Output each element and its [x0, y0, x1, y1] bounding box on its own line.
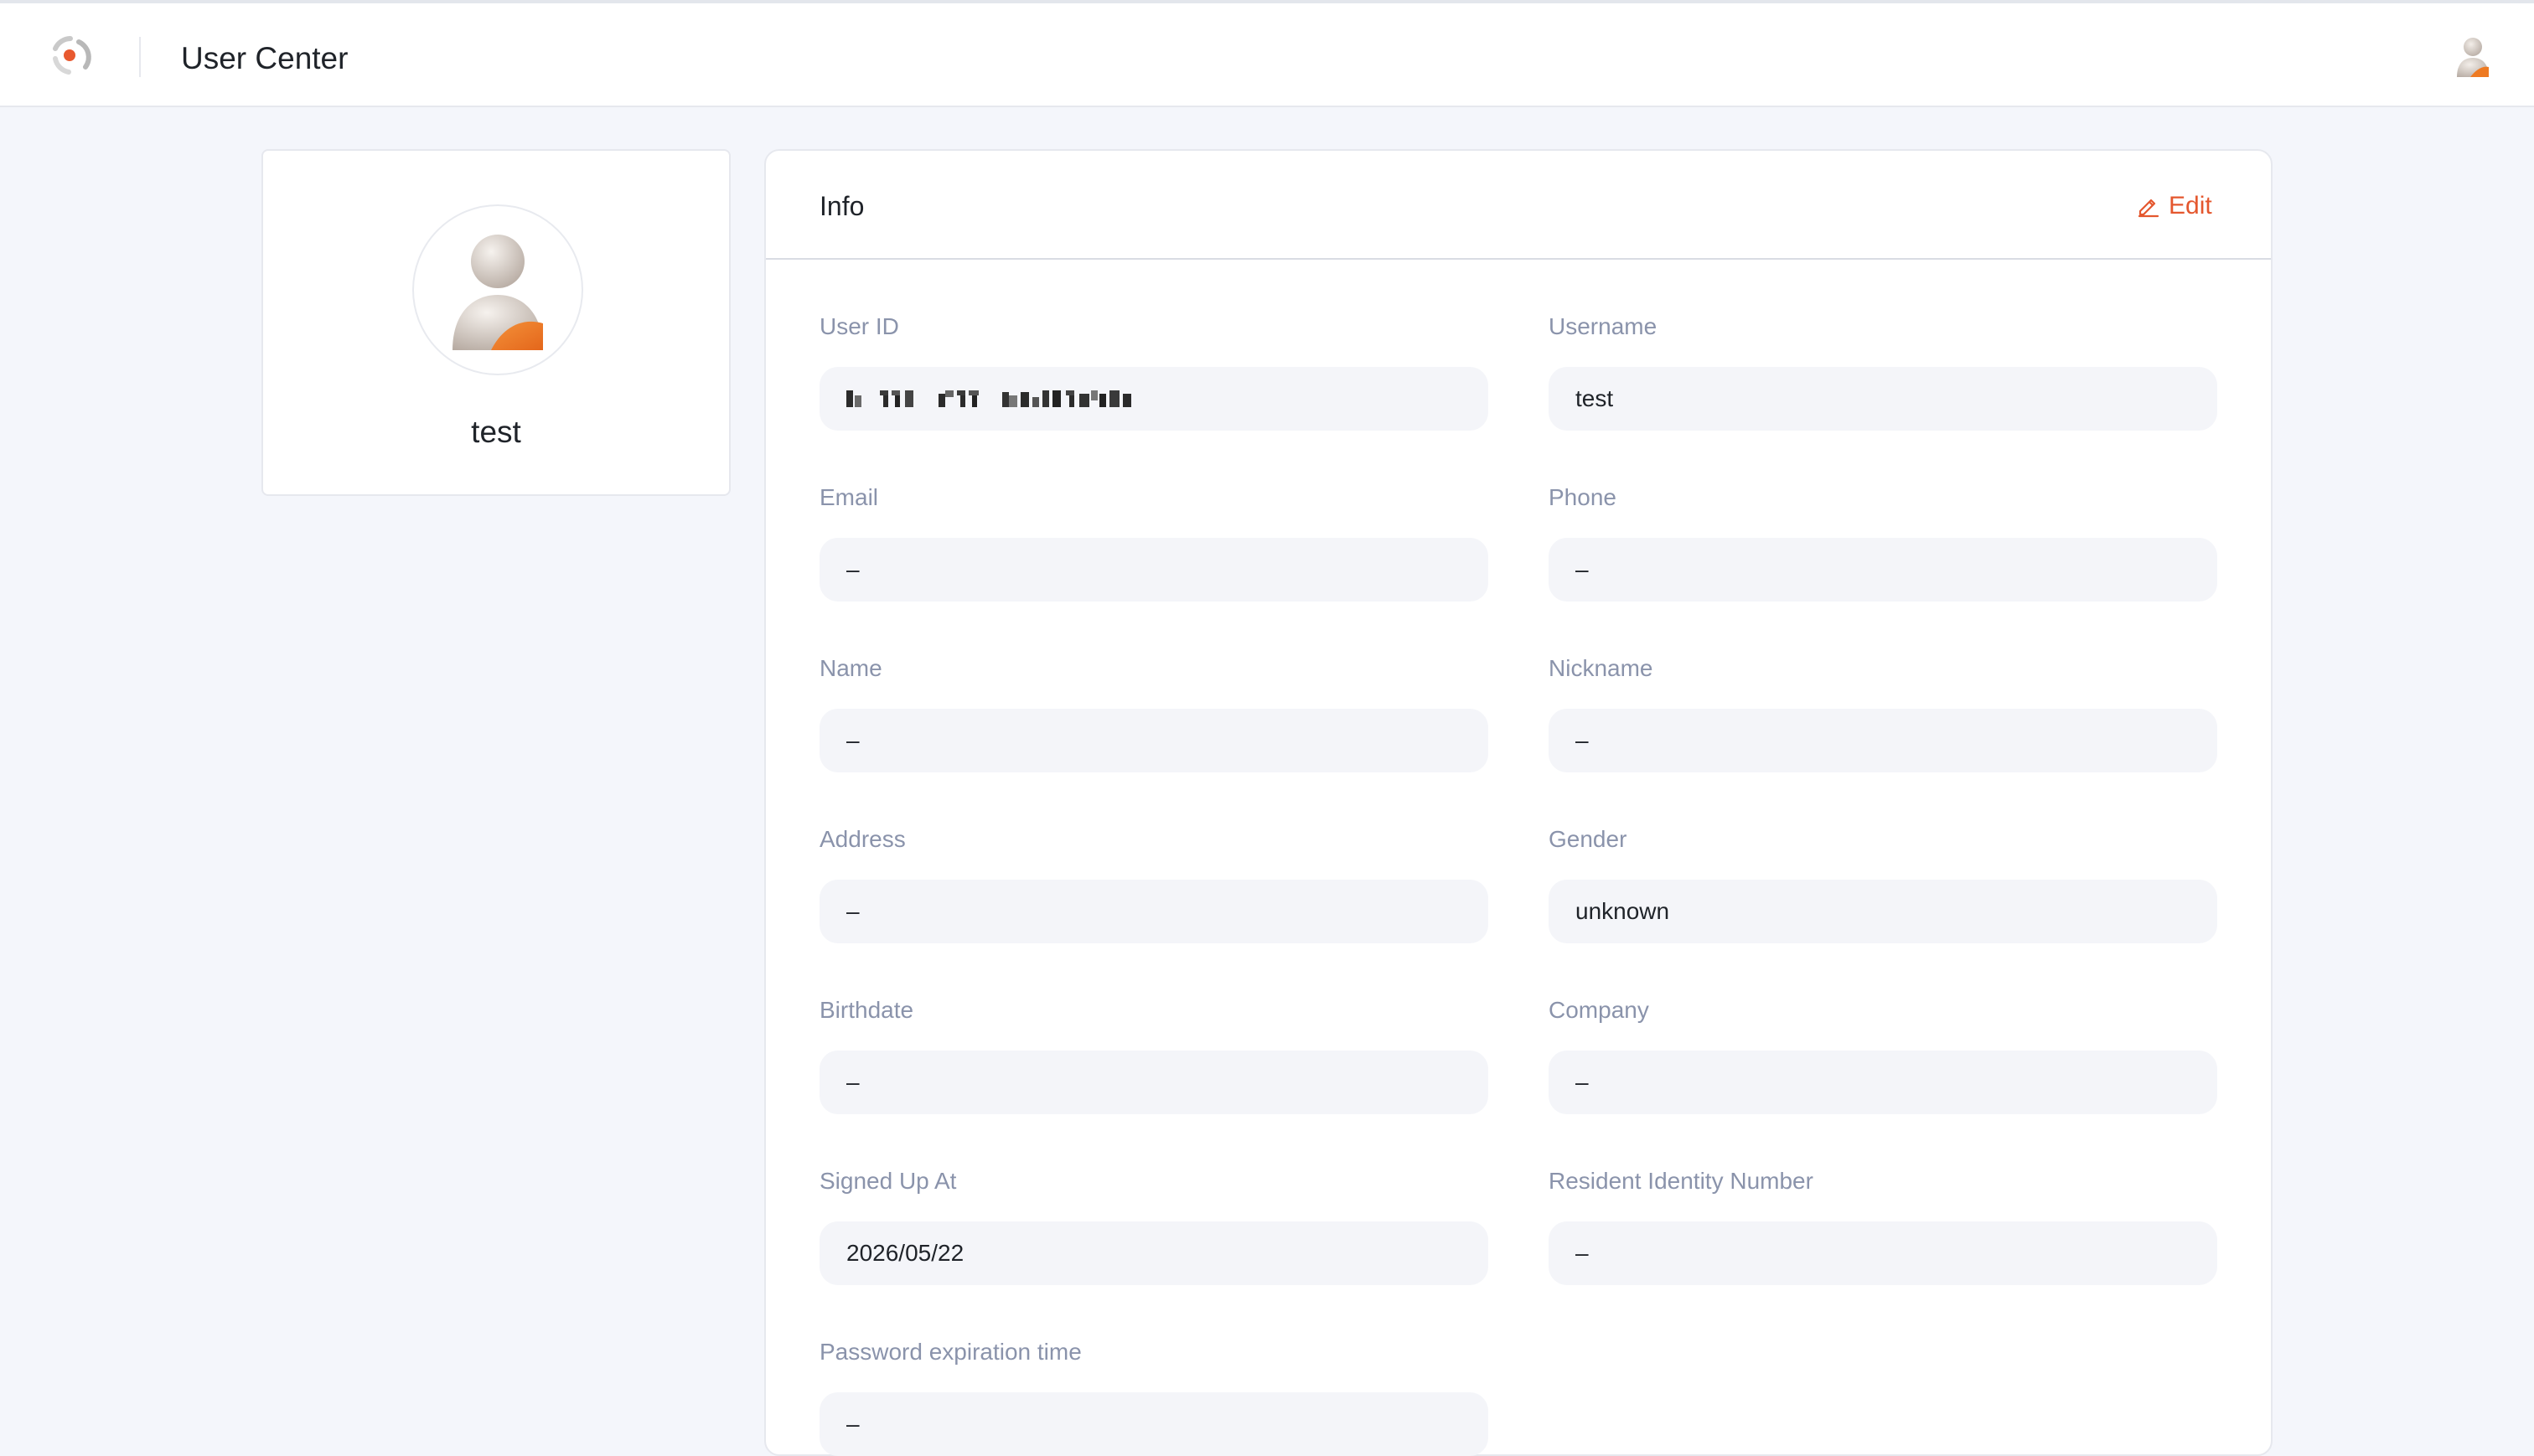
redacted-value: [846, 390, 1131, 407]
header-divider: [139, 37, 141, 77]
profile-avatar: [412, 204, 583, 375]
phone-label: Phone: [1549, 484, 1616, 510]
birthdate-label: Birthdate: [820, 997, 914, 1023]
pencil-icon: [2138, 199, 2159, 218]
info-card-header: Info Edit: [766, 151, 2271, 260]
edit-button[interactable]: Edit: [2137, 189, 2212, 223]
username-field[interactable]: test: [1549, 367, 2217, 431]
email-field[interactable]: –: [820, 538, 1488, 602]
gender-field[interactable]: unknown: [1549, 880, 2217, 943]
user-avatar-icon: [452, 235, 543, 350]
resident-id-field[interactable]: –: [1549, 1221, 2217, 1285]
address-field[interactable]: –: [820, 880, 1488, 943]
user-id-label: User ID: [820, 313, 899, 339]
birthdate-field[interactable]: –: [820, 1051, 1488, 1114]
nickname-label: Nickname: [1549, 655, 1653, 681]
top-header: User Center: [0, 0, 2534, 107]
email-label: Email: [820, 484, 879, 510]
page-title: User Center: [181, 41, 349, 75]
info-card: Info Edit User ID Username test Email – …: [764, 149, 2273, 1456]
signed-up-at-field[interactable]: 2026/05/22: [820, 1221, 1488, 1285]
gender-label: Gender: [1549, 826, 1627, 852]
user-id-field[interactable]: [820, 367, 1488, 431]
signed-up-at-label: Signed Up At: [820, 1168, 957, 1194]
company-label: Company: [1549, 997, 1649, 1023]
edit-label: Edit: [2169, 192, 2212, 219]
phone-field[interactable]: –: [1549, 538, 2217, 602]
password-expiration-field[interactable]: –: [820, 1392, 1488, 1456]
username-label: Username: [1549, 313, 1657, 339]
app-logo-icon[interactable]: [49, 34, 92, 77]
password-expiration-label: Password expiration time: [820, 1339, 1082, 1365]
address-label: Address: [820, 826, 906, 852]
profile-card: test: [261, 149, 731, 496]
nickname-field[interactable]: –: [1549, 709, 2217, 772]
name-label: Name: [820, 655, 882, 681]
company-field[interactable]: –: [1549, 1051, 2217, 1114]
user-avatar-icon[interactable]: [2454, 35, 2492, 79]
resident-id-label: Resident Identity Number: [1549, 1168, 1813, 1194]
profile-username: test: [471, 415, 521, 449]
info-title: Info: [820, 191, 865, 221]
name-field[interactable]: –: [820, 709, 1488, 772]
